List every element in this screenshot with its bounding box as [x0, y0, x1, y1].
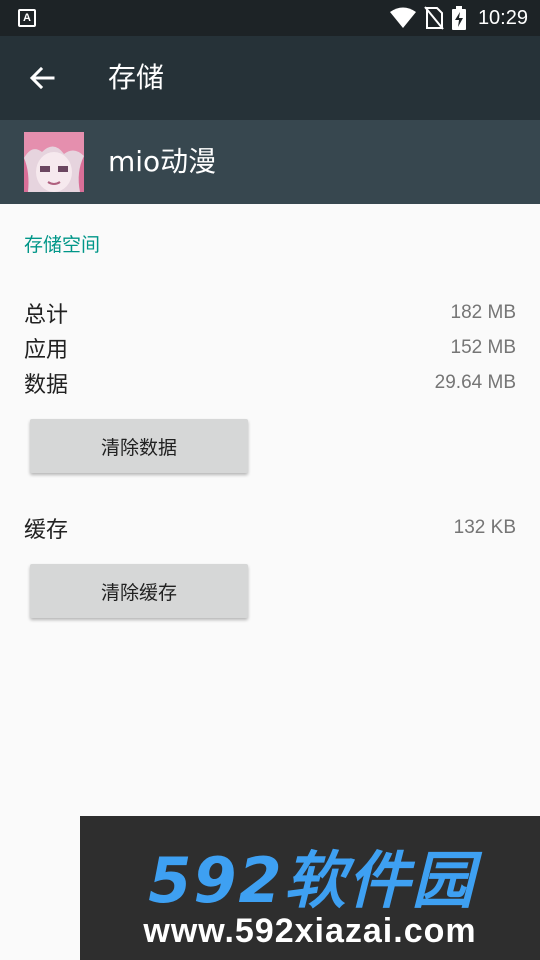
- total-label: 总计: [24, 303, 69, 328]
- app-size-label: 应用: [24, 338, 69, 363]
- data-size-label: 数据: [24, 373, 69, 398]
- status-bar: A 10:29: [0, 0, 540, 36]
- notification-app-icon: A: [18, 9, 36, 27]
- arrow-back-icon: [29, 66, 55, 90]
- total-row: 总计 182 MB: [24, 296, 516, 330]
- data-size-row: 数据 29.64 MB: [24, 366, 516, 400]
- storage-section-title: 存储空间: [24, 234, 101, 256]
- cache-row: 缓存 132 KB: [24, 511, 516, 545]
- app-size-value: 152 MB: [450, 337, 516, 358]
- clear-data-button[interactable]: 清除数据: [30, 419, 248, 473]
- battery-charging-icon: [451, 6, 466, 30]
- total-value: 182 MB: [450, 302, 516, 323]
- app-icon: [24, 132, 84, 192]
- cache-label: 缓存: [24, 518, 69, 543]
- status-icons: 10:29: [389, 0, 528, 36]
- back-button[interactable]: [20, 56, 64, 100]
- watermark-title: 592软件园: [148, 844, 476, 917]
- clock: 10:29: [477, 6, 528, 29]
- clear-cache-button[interactable]: 清除缓存: [30, 564, 248, 618]
- app-name: mio动漫: [108, 145, 217, 178]
- watermark: 592软件园 www.592xiazai.com: [80, 816, 540, 960]
- watermark-url: www.592xiazai.com: [143, 912, 477, 950]
- no-sim-icon: [424, 6, 444, 30]
- toolbar: 存储: [0, 36, 540, 120]
- cache-value: 132 KB: [453, 517, 516, 538]
- app-header: mio动漫: [0, 120, 540, 204]
- data-size-value: 29.64 MB: [434, 372, 516, 393]
- app-size-row: 应用 152 MB: [24, 331, 516, 365]
- page-title: 存储: [108, 61, 165, 94]
- wifi-icon: [389, 7, 416, 28]
